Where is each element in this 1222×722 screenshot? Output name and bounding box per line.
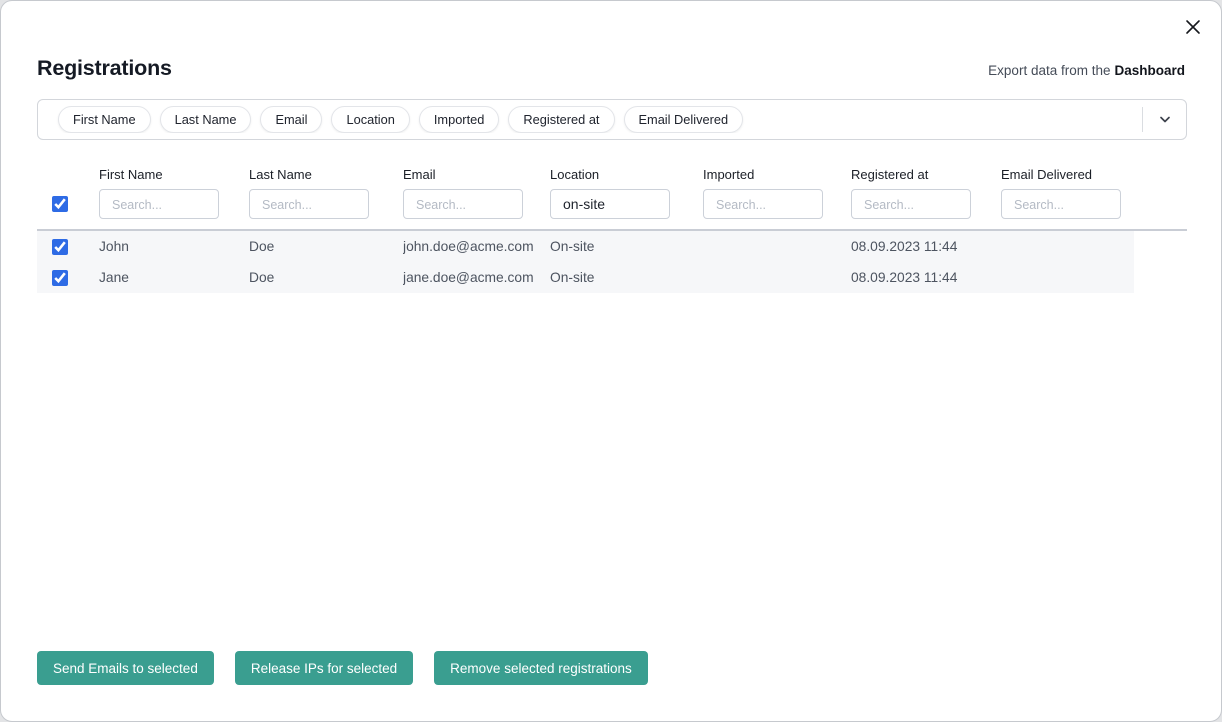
release-ips-for-selected-button[interactable]: Release IPs for selected	[235, 651, 413, 685]
page-title: Registrations	[37, 53, 172, 83]
column-label: Last Name	[249, 167, 403, 183]
export-hint: Export data from the Dashboard	[988, 61, 1185, 81]
cell-registered-at: 08.09.2023 11:44	[851, 239, 1001, 254]
column-label: Email	[403, 167, 550, 183]
filter-pill-location[interactable]: Location	[331, 106, 409, 133]
email-delivered-filter-input[interactable]	[1001, 189, 1121, 219]
cell-location: On-site	[550, 270, 703, 285]
column-label: Location	[550, 167, 703, 183]
cell-first-name: Jane	[99, 270, 249, 285]
filter-pill-list: First Name Last Name Email Location Imported…	[38, 106, 1142, 133]
email-filter-input[interactable]	[403, 189, 523, 219]
cell-registered-at: 08.09.2023 11:44	[851, 270, 1001, 285]
row-select-cell	[37, 239, 99, 255]
column-label: Email Delivered	[1001, 167, 1187, 183]
table-row: JaneDoejane.doe@acme.comOn-site 08.09.202…	[37, 262, 1134, 293]
table-body: JohnDoejohn.doe@acme.comOn-site08.09.202…	[37, 231, 1187, 293]
header: Registrations Export data from the Dashbo…	[37, 53, 1185, 83]
registrations-table: First NameLast NameEmailLocationImported…	[37, 167, 1187, 293]
cell-last-name: Doe	[249, 239, 403, 254]
column-header-email-delivered: Email Delivered	[1001, 167, 1187, 219]
filter-collapse-button[interactable]	[1143, 100, 1186, 139]
remove-selected-registrations-button[interactable]: Remove selected registrations	[434, 651, 648, 685]
filter-pill-first-name[interactable]: First Name	[58, 106, 151, 133]
send-emails-to-selected-button[interactable]: Send Emails to selected	[37, 651, 214, 685]
column-label: First Name	[99, 167, 249, 183]
dashboard-link[interactable]: Dashboard	[1114, 63, 1185, 78]
column-header-email: Email	[403, 167, 550, 219]
first-name-filter-input[interactable]	[99, 189, 219, 219]
filter-pill-email-delivered[interactable]: Email Delivered	[624, 106, 744, 133]
filter-pill-email[interactable]: Email	[260, 106, 322, 133]
filter-pill-imported[interactable]: Imported	[419, 106, 500, 133]
filter-bar: First Name Last Name Email Location Imported…	[37, 99, 1187, 140]
select-all-cell	[37, 167, 99, 219]
cell-last-name: Doe	[249, 270, 403, 285]
last-name-filter-input[interactable]	[249, 189, 369, 219]
cell-email: jane.doe@acme.com	[403, 270, 550, 285]
column-label: Imported	[703, 167, 851, 183]
row-select-cell	[37, 270, 99, 286]
registrations-modal: Registrations Export data from the Dashbo…	[0, 0, 1222, 722]
bulk-actions: Send Emails to selected Release IPs for s…	[37, 651, 648, 685]
select-all-checkbox[interactable]	[52, 196, 68, 212]
cell-email: john.doe@acme.com	[403, 239, 550, 254]
table-header: First NameLast NameEmailLocationImported…	[37, 167, 1187, 231]
chevron-down-icon	[1159, 116, 1171, 124]
filter-pill-last-name[interactable]: Last Name	[160, 106, 252, 133]
row-checkbox[interactable]	[52, 270, 68, 286]
imported-filter-input[interactable]	[703, 189, 823, 219]
row-checkbox[interactable]	[52, 239, 68, 255]
filter-pill-registered-at[interactable]: Registered at	[508, 106, 614, 133]
filter-bar-right	[1142, 100, 1186, 139]
cell-first-name: John	[99, 239, 249, 254]
column-label: Registered at	[851, 167, 1001, 183]
location-filter-input[interactable]	[550, 189, 670, 219]
column-header-registered-at: Registered at	[851, 167, 1001, 219]
column-header-last-name: Last Name	[249, 167, 403, 219]
column-header-first-name: First Name	[99, 167, 249, 219]
close-button[interactable]	[1180, 14, 1206, 40]
column-header-location: Location	[550, 167, 703, 219]
column-header-imported: Imported	[703, 167, 851, 219]
cell-location: On-site	[550, 239, 703, 254]
close-icon	[1184, 18, 1202, 36]
export-hint-text: Export data from the	[988, 63, 1110, 78]
registered-at-filter-input[interactable]	[851, 189, 971, 219]
table-row: JohnDoejohn.doe@acme.comOn-site 08.09.202…	[37, 231, 1134, 262]
